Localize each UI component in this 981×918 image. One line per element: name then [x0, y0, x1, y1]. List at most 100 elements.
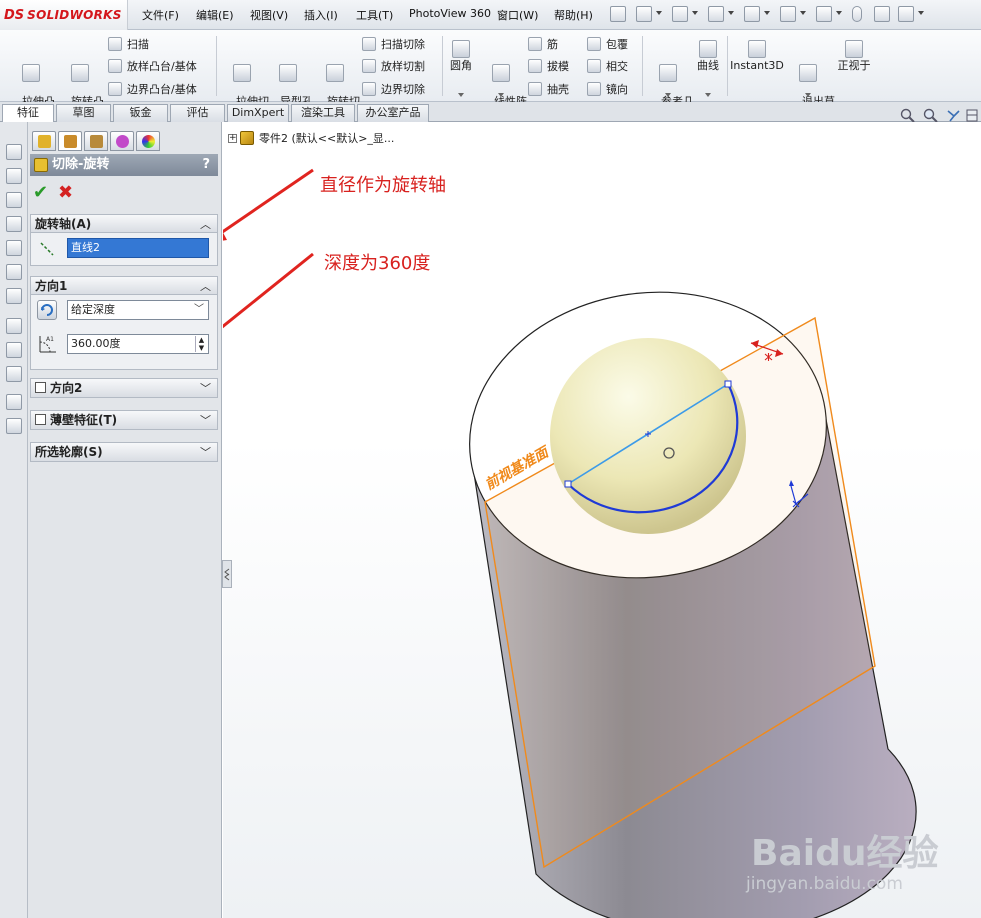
menu-view[interactable]: 视图(V) — [250, 7, 288, 23]
chevron-down-icon[interactable] — [705, 93, 711, 97]
endpoint-handle[interactable] — [564, 480, 572, 488]
angle-spinner[interactable]: ▲ ▼ — [195, 336, 207, 352]
chevron-down-icon[interactable] — [656, 11, 662, 15]
model-viewport[interactable] — [223, 122, 981, 918]
chevron-down-icon[interactable]: ﹀ — [200, 380, 211, 398]
tab-features[interactable]: 特征 — [2, 104, 54, 123]
wrap-button[interactable]: 包覆 — [587, 36, 628, 52]
configuration-manager-tab[interactable] — [84, 131, 108, 151]
cut-extrude-tool-icon[interactable] — [6, 192, 22, 208]
save-icon[interactable] — [708, 6, 724, 22]
boundary-boss-button[interactable]: 边界凸台/基体 — [108, 81, 197, 97]
menu-photoview[interactable]: PhotoView 360 — [409, 7, 491, 20]
pin-icon[interactable] — [610, 6, 626, 22]
rebuild-icon[interactable] — [852, 6, 862, 22]
lofted-cut-button[interactable]: 放样切割 — [362, 58, 425, 74]
boss-extrude-tool-icon[interactable] — [6, 144, 22, 160]
menu-file[interactable]: 文件(F) — [142, 7, 179, 23]
endpoint-handle[interactable] — [724, 380, 732, 388]
dimxpert-manager-tab[interactable] — [110, 131, 134, 151]
sweep-button[interactable]: 扫描 — [108, 36, 149, 52]
rib-button[interactable]: 筋 — [528, 36, 558, 52]
curves-button[interactable]: 曲线 — [693, 40, 723, 72]
relations-icon[interactable] — [6, 366, 22, 382]
direction2-checkbox[interactable] — [35, 382, 46, 393]
feature-tree-flyout[interactable]: + 零件2 (默认<<默认>_显... — [228, 130, 394, 146]
draft-button[interactable]: 拔模 — [528, 58, 569, 74]
intersect-button[interactable]: 相交 — [587, 58, 628, 74]
reverse-direction-icon[interactable] — [37, 300, 57, 320]
spin-up-icon[interactable]: ▲ — [196, 336, 207, 344]
thin-feature-header[interactable]: 薄壁特征(T) ﹀ — [31, 411, 217, 429]
chevron-up-icon[interactable]: ︿ — [200, 278, 211, 296]
new-file-icon[interactable] — [636, 6, 652, 22]
sketch-tool-icon[interactable] — [6, 318, 22, 334]
selected-contours-header[interactable]: 所选轮廓(S) ﹀ — [31, 443, 217, 461]
menu-window[interactable]: 窗口(W) — [497, 7, 538, 23]
shell-tool-icon[interactable] — [6, 288, 22, 304]
swept-cut-button[interactable]: 扫描切除 — [362, 36, 425, 52]
open-file-icon[interactable] — [672, 6, 688, 22]
solidworks-logo[interactable]: DS SOLIDWORKS — [0, 0, 128, 30]
tab-office-products[interactable]: 办公室产品 — [357, 104, 429, 122]
help-button[interactable]: ? — [202, 154, 210, 176]
tab-render-tools[interactable]: 渲染工具 — [291, 104, 355, 122]
copy-tool-icon[interactable] — [6, 394, 22, 410]
chevron-down-icon[interactable] — [665, 93, 671, 97]
chevron-down-icon[interactable] — [836, 11, 842, 15]
chevron-down-icon[interactable] — [728, 11, 734, 15]
menu-edit[interactable]: 编辑(E) — [196, 7, 234, 23]
chevron-down-icon[interactable] — [805, 93, 811, 97]
select-cursor-icon[interactable] — [816, 6, 832, 22]
chevron-down-icon[interactable] — [692, 11, 698, 15]
display-manager-tab[interactable] — [136, 131, 160, 151]
ok-button[interactable]: ✔ — [33, 182, 48, 203]
angle-input[interactable]: 360.00度 ▲ ▼ — [67, 334, 209, 354]
direction1-header[interactable]: 方向1 ︿ — [31, 277, 217, 295]
direction2-header[interactable]: 方向2 ﹀ — [31, 379, 217, 397]
tab-dimxpert[interactable]: DimXpert — [227, 104, 289, 122]
chevron-down-icon[interactable] — [800, 11, 806, 15]
fillet-button[interactable]: 圆角 — [446, 40, 476, 72]
cancel-button[interactable]: ✖ — [58, 182, 73, 203]
zoom-to-fit-icon[interactable] — [900, 108, 915, 123]
mirror-button[interactable]: 镜向 — [587, 81, 628, 97]
expand-toggle[interactable]: + — [228, 133, 237, 143]
part-name[interactable]: 零件2 (默认<<默认>_显... — [259, 130, 394, 146]
loft-boss-button[interactable]: 放样凸台/基体 — [108, 58, 197, 74]
menu-tools[interactable]: 工具(T) — [356, 7, 393, 23]
boundary-cut-button[interactable]: 边界切除 — [362, 81, 425, 97]
loft-tool-icon[interactable] — [6, 240, 22, 256]
spin-down-icon[interactable]: ▼ — [196, 344, 207, 352]
chevron-down-icon[interactable] — [918, 11, 924, 15]
shell-button[interactable]: 抽壳 — [528, 81, 569, 97]
instant3d-button[interactable]: Instant3D — [730, 40, 784, 72]
collapse-arrow-icon[interactable] — [223, 561, 231, 587]
chevron-down-icon[interactable]: ﹀ — [200, 444, 211, 462]
tab-sheet-metal[interactable]: 钣金 — [113, 104, 168, 122]
normal-to-button[interactable]: 正视于 — [833, 40, 875, 72]
panel-splitter[interactable] — [222, 560, 232, 588]
sweep-tool-icon[interactable] — [6, 264, 22, 280]
undo-icon[interactable] — [780, 6, 796, 22]
graphics-area[interactable]: + 零件2 (默认<<默认>_显... 前视基准面 直径作为旋转轴 深度为360… — [223, 122, 981, 918]
chevron-down-icon[interactable] — [498, 93, 504, 97]
print-icon[interactable] — [744, 6, 760, 22]
axis-group-header[interactable]: 旋转轴(A) ︿ — [31, 215, 217, 233]
chevron-down-icon[interactable]: ﹀ — [200, 412, 211, 430]
chevron-down-icon[interactable] — [458, 93, 464, 97]
menu-help[interactable]: 帮助(H) — [554, 7, 593, 23]
boss-revolve-tool-icon[interactable] — [6, 168, 22, 184]
thin-feature-checkbox[interactable] — [35, 414, 46, 425]
chevron-up-icon[interactable]: ︿ — [200, 216, 211, 234]
pattern-tool-icon[interactable] — [6, 418, 22, 434]
property-manager-tab[interactable] — [58, 131, 82, 151]
end-condition-select[interactable]: 给定深度 ﹀ — [67, 300, 209, 320]
axis-selection-field[interactable]: 直线2 — [67, 238, 209, 258]
tab-sketch[interactable]: 草图 — [56, 104, 111, 122]
chevron-down-icon[interactable] — [764, 11, 770, 15]
file-properties-icon[interactable] — [874, 6, 890, 22]
tab-evaluate[interactable]: 评估 — [170, 104, 225, 122]
smart-dimension-icon[interactable] — [6, 342, 22, 358]
cut-revolve-tool-icon[interactable] — [6, 216, 22, 232]
